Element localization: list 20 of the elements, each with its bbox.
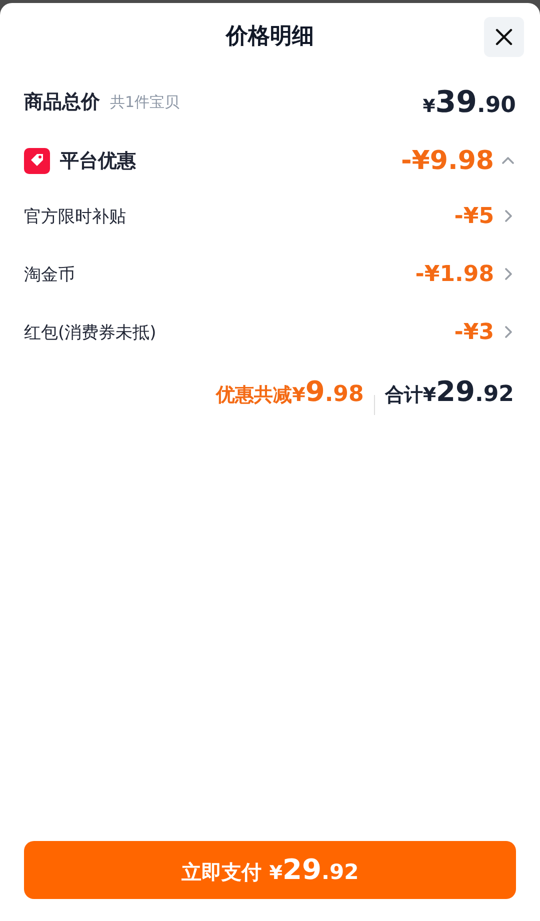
discount-amount: -¥5 [454,204,494,228]
grand-total: ¥29.92 [422,375,514,408]
platform-discount-label: 平台优惠 [60,149,136,174]
sheet-title: 价格明细 [226,23,314,51]
discount-amount: -¥9.98 [400,146,494,176]
tag-icon [24,148,50,174]
discount-total: ¥9.98 [292,375,364,408]
pay-button[interactable]: 立即支付 ¥29.92 [24,841,516,899]
discount-total-label: 优惠共减 [216,383,292,408]
close-button[interactable] [484,17,524,57]
discount-amount: -¥3 [454,320,494,344]
total-label: 商品总价 [24,90,100,115]
discount-item-label: 官方限时补贴 [24,206,126,228]
close-icon[interactable] [494,27,514,47]
item-count: 共1件宝贝 [110,92,180,112]
total-price: ¥39.90 [422,84,516,120]
grand-total-label: 合计 [384,383,423,408]
discount-item-label: 红包(消费券未抵) [24,322,156,344]
discount-item-label: 淘金币 [24,264,75,286]
discount-amount: -¥1.98 [415,262,494,286]
